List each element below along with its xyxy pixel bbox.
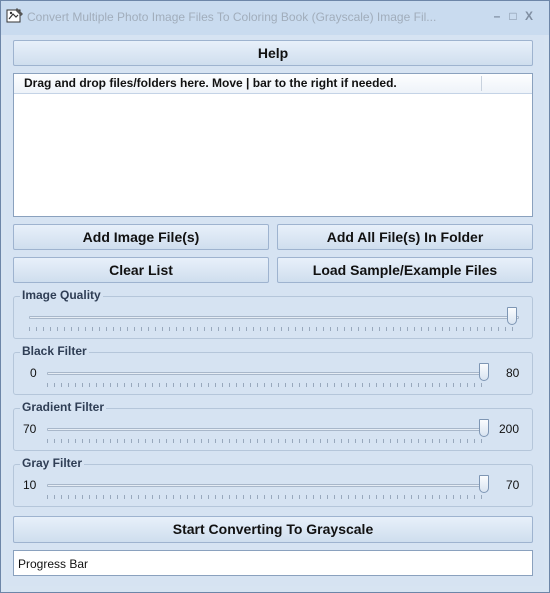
app-window: Convert Multiple Photo Image Files To Co… xyxy=(0,0,550,593)
gray-filter-ticks xyxy=(47,495,487,499)
main-panel: Help Drag and drop files/folders here. M… xyxy=(6,35,544,586)
gray-filter-label: Gray Filter xyxy=(20,456,85,470)
image-quality-slider-thumb[interactable] xyxy=(507,307,517,325)
file-list-header-label: Drag and drop files/folders here. Move |… xyxy=(24,76,397,90)
gradient-filter-slider-thumb[interactable] xyxy=(479,419,489,437)
gradient-filter-ticks xyxy=(47,439,487,443)
clear-list-button[interactable]: Clear List xyxy=(13,257,269,283)
title-bar[interactable]: Convert Multiple Photo Image Files To Co… xyxy=(1,1,549,35)
black-filter-label: Black Filter xyxy=(20,344,89,358)
gray-filter-max-value: 70 xyxy=(506,478,520,492)
gradient-filter-min-value: 70 xyxy=(23,422,37,436)
gray-filter-group: Gray Filter 10 70 xyxy=(13,456,533,507)
gradient-filter-track[interactable] xyxy=(47,428,487,431)
gradient-filter-label: Gradient Filter xyxy=(20,400,107,414)
black-filter-min-value: 0 xyxy=(30,366,37,380)
window-title: Convert Multiple Photo Image Files To Co… xyxy=(27,10,437,24)
start-converting-button[interactable]: Start Converting To Grayscale xyxy=(13,516,533,543)
column-resize-handle[interactable] xyxy=(481,76,482,91)
add-image-files-button[interactable]: Add Image File(s) xyxy=(13,224,269,250)
image-quality-group: Image Quality xyxy=(13,288,533,339)
close-icon[interactable]: X xyxy=(518,7,540,25)
black-filter-group: Black Filter 0 80 xyxy=(13,344,533,395)
gradient-filter-group: Gradient Filter 70 200 xyxy=(13,400,533,451)
gradient-filter-max-value: 200 xyxy=(499,422,520,436)
help-button[interactable]: Help xyxy=(13,40,533,66)
gray-filter-min-value: 10 xyxy=(23,478,37,492)
image-quality-label: Image Quality xyxy=(20,288,103,302)
gray-filter-track[interactable] xyxy=(47,484,487,487)
app-icon xyxy=(6,8,23,23)
file-list-header[interactable]: Drag and drop files/folders here. Move |… xyxy=(14,74,532,94)
add-all-files-in-folder-button[interactable]: Add All File(s) In Folder xyxy=(277,224,533,250)
progress-bar: Progress Bar xyxy=(13,550,533,576)
black-filter-track[interactable] xyxy=(47,372,487,375)
black-filter-max-value: 80 xyxy=(506,366,520,380)
black-filter-slider-thumb[interactable] xyxy=(479,363,489,381)
progress-bar-label: Progress Bar xyxy=(18,557,89,571)
gray-filter-slider-thumb[interactable] xyxy=(479,475,489,493)
image-quality-ticks xyxy=(29,327,519,331)
black-filter-ticks xyxy=(47,383,487,387)
image-quality-track[interactable] xyxy=(29,316,519,319)
file-list[interactable]: Drag and drop files/folders here. Move |… xyxy=(13,73,533,217)
load-sample-files-button[interactable]: Load Sample/Example Files xyxy=(277,257,533,283)
